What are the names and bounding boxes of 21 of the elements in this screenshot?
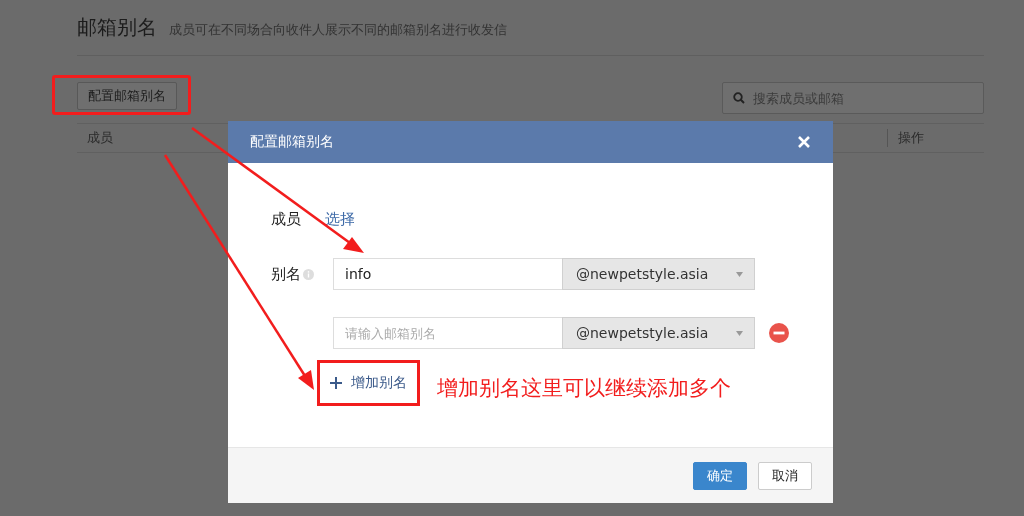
annotation-text: 增加别名这里可以继续添加多个 [437, 375, 731, 402]
column-header: 成员 [86, 129, 113, 147]
close-icon[interactable] [797, 135, 811, 149]
remove-icon[interactable] [769, 323, 789, 343]
info-icon [303, 268, 314, 280]
caret-icon [736, 271, 743, 277]
domain-select[interactable]: @newpetstyle.asia [562, 258, 755, 290]
member-label: 成员 [271, 209, 301, 229]
dialog-title: 配置邮箱别名 [250, 133, 334, 151]
alias-input[interactable]: 请输入邮箱别名 [333, 317, 562, 349]
confirm-button[interactable]: 确定 [693, 461, 747, 490]
plus-icon [330, 377, 342, 389]
add-alias-button[interactable]: 增加别名 [330, 369, 407, 397]
caret-icon [736, 330, 743, 336]
alias-label: 别名 [271, 264, 301, 284]
domain-select[interactable]: @newpetstyle.asia [562, 317, 755, 349]
page-title: 邮箱别名 [77, 14, 157, 41]
cancel-button[interactable]: 取消 [758, 461, 812, 490]
select-link[interactable]: 选择 [325, 209, 355, 229]
column-header: 操作 [887, 129, 984, 147]
alias-input[interactable]: info [333, 258, 562, 290]
